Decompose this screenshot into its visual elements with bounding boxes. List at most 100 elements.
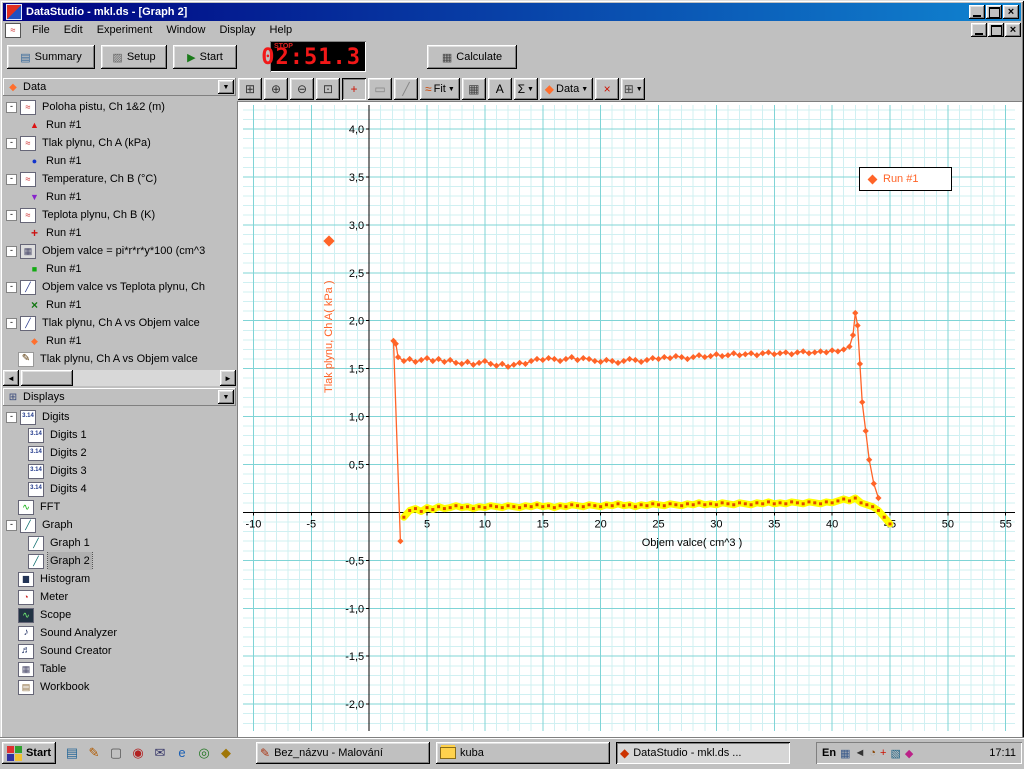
summary-button[interactable]: ▤ Summary: [7, 45, 95, 69]
volume-icon[interactable]: ◄: [854, 747, 865, 760]
tool-text-tool[interactable]: A: [488, 78, 512, 100]
keyboard-icon[interactable]: ▦: [840, 747, 850, 760]
data-item-label[interactable]: Objem valce vs Teplota plynu, Ch: [40, 278, 207, 296]
scroll-thumb[interactable]: [21, 370, 73, 386]
display-child-item[interactable]: 3.14Digits 4: [2, 480, 237, 498]
data-item[interactable]: -≈Temperature, Ch B (°C): [2, 170, 237, 188]
menu-window[interactable]: Window: [159, 22, 212, 38]
mail-icon[interactable]: ✉: [150, 743, 170, 763]
cd-player-icon[interactable]: ◎: [194, 743, 214, 763]
display-item-label[interactable]: Sound Creator: [38, 642, 114, 660]
run-label[interactable]: Run #1: [44, 224, 83, 242]
collapse-toggle[interactable]: -: [6, 520, 17, 531]
menu-file[interactable]: File: [25, 22, 57, 38]
collapse-toggle[interactable]: -: [6, 138, 17, 149]
display-child-label[interactable]: Digits 3: [48, 462, 89, 480]
scroll-right-icon[interactable]: ►: [220, 370, 236, 386]
collapse-toggle[interactable]: -: [6, 282, 17, 293]
menu-display[interactable]: Display: [212, 22, 262, 38]
tool-note-tool[interactable]: ▭: [368, 78, 392, 100]
messenger-icon[interactable]: ◆: [905, 747, 913, 760]
data-panel-dropdown-icon[interactable]: ▼: [218, 80, 234, 94]
display-item[interactable]: -3.14Digits: [2, 408, 237, 426]
collapse-toggle[interactable]: -: [6, 412, 17, 423]
run-item[interactable]: ▲Run #1: [2, 116, 237, 134]
tool-zoom-out[interactable]: ⊖: [290, 78, 314, 100]
data-item-label[interactable]: Tlak plynu, Ch A (kPa): [40, 134, 153, 152]
display-child-item[interactable]: 3.14Digits 3: [2, 462, 237, 480]
tool-scale-to-fit[interactable]: ⊞: [238, 78, 262, 100]
taskbar-task-paint[interactable]: ✎Bez_názvu - Malování: [256, 742, 430, 764]
tool-statistics-menu[interactable]: Σ▼: [514, 78, 538, 100]
display-child-item[interactable]: ╱Graph 2: [2, 552, 237, 570]
display-item[interactable]: ▆Histogram: [2, 570, 237, 588]
collapse-toggle[interactable]: -: [6, 318, 17, 329]
tool-calculator-tool[interactable]: ▦: [462, 78, 486, 100]
run-item[interactable]: ◆Run #1: [2, 332, 237, 350]
data-item[interactable]: -╱Objem valce vs Teplota plynu, Ch: [2, 278, 237, 296]
displays-panel-header[interactable]: ⊞ Displays ▼: [3, 388, 236, 406]
data-item[interactable]: -▦Objem valce = pi*r*r*y*100 (cm^3: [2, 242, 237, 260]
browser-icon[interactable]: e: [172, 743, 192, 763]
show-desktop-icon[interactable]: ▤: [62, 743, 82, 763]
money-icon[interactable]: ◆: [216, 743, 236, 763]
data-item[interactable]: -≈Teplota plynu, Ch B (K): [2, 206, 237, 224]
tool-zoom-in[interactable]: ⊕: [264, 78, 288, 100]
setup-button[interactable]: ▨ Setup: [101, 45, 167, 69]
data-tree-hscrollbar[interactable]: ◄ ►: [3, 370, 236, 386]
display-item[interactable]: ▤Workbook: [2, 678, 237, 696]
display-item[interactable]: ◔Meter: [2, 588, 237, 606]
display-item[interactable]: ♪Sound Analyzer: [2, 624, 237, 642]
data-item-label[interactable]: Tlak plynu, Ch A vs Objem valce: [40, 314, 202, 332]
menu-help[interactable]: Help: [263, 22, 300, 38]
mdi-restore-button[interactable]: [988, 23, 1004, 37]
tool-smart-tool[interactable]: +: [342, 78, 366, 100]
tool-slope-tool[interactable]: ╱: [394, 78, 418, 100]
display-item-label[interactable]: Digits: [40, 408, 72, 426]
tool-data-menu[interactable]: ◆Data▼: [540, 78, 593, 100]
run-item[interactable]: ▼Run #1: [2, 188, 237, 206]
data-item-label[interactable]: Objem valce = pi*r*r*y*100 (cm^3: [40, 242, 207, 260]
displays-panel-dropdown-icon[interactable]: ▼: [218, 390, 234, 404]
display-child-label[interactable]: Graph 1: [48, 534, 92, 552]
scroll-left-icon[interactable]: ◄: [3, 370, 19, 386]
display-item[interactable]: ∿FFT: [2, 498, 237, 516]
tool-zoom-select[interactable]: ⊡: [316, 78, 340, 100]
graph-legend[interactable]: Run #1: [859, 167, 952, 191]
data-item-label[interactable]: Teplota plynu, Ch B (K): [40, 206, 157, 224]
notepad-icon[interactable]: ✎: [84, 743, 104, 763]
graph-plot[interactable]: -10-55101520253035404550554,03,53,02,52,…: [237, 101, 1022, 738]
mdi-minimize-button[interactable]: [971, 23, 987, 37]
data-item-label[interactable]: Poloha pistu, Ch 1&2 (m): [40, 98, 167, 116]
display-item-label[interactable]: Meter: [38, 588, 70, 606]
data-item[interactable]: ✎Tlak plynu, Ch A vs Objem valce: [2, 350, 237, 368]
display-child-label[interactable]: Digits 2: [48, 444, 89, 462]
antivirus-icon[interactable]: +: [880, 747, 886, 760]
collapse-toggle[interactable]: -: [6, 246, 17, 257]
run-label[interactable]: Run #1: [44, 116, 83, 134]
titlebar[interactable]: DataStudio - mkl.ds - [Graph 2] ×: [3, 3, 1021, 21]
display-item-label[interactable]: Table: [38, 660, 68, 678]
calculate-button[interactable]: ▦ Calculate: [427, 45, 517, 69]
x-axis-title[interactable]: Objem valce( cm^3 ): [607, 537, 777, 549]
collapse-toggle[interactable]: -: [6, 102, 17, 113]
y-axis-title[interactable]: Tlak plynu, Ch A( kPa ): [323, 281, 335, 394]
menu-edit[interactable]: Edit: [57, 22, 90, 38]
tool-fit-menu[interactable]: ≈Fit▼: [420, 78, 460, 100]
display-item[interactable]: ▦Table: [2, 660, 237, 678]
taskbar-task-datastudio[interactable]: ◆DataStudio - mkl.ds ...: [616, 742, 790, 764]
data-item[interactable]: -≈Poloha pistu, Ch 1&2 (m): [2, 98, 237, 116]
run-item[interactable]: ■Run #1: [2, 260, 237, 278]
mdi-close-button[interactable]: ×: [1005, 23, 1021, 37]
clock[interactable]: 17:11: [989, 747, 1016, 759]
minimize-button[interactable]: [969, 5, 985, 19]
display-child-label[interactable]: Digits 4: [48, 480, 89, 498]
display-settings-icon[interactable]: ▧: [890, 747, 900, 760]
data-item[interactable]: -╱Tlak plynu, Ch A vs Objem valce: [2, 314, 237, 332]
run-label[interactable]: Run #1: [44, 296, 83, 314]
collapse-toggle[interactable]: -: [6, 174, 17, 185]
display-item[interactable]: ♬Sound Creator: [2, 642, 237, 660]
keyboard-layout-indicator[interactable]: En: [822, 747, 836, 759]
scheduler-icon[interactable]: ◔: [869, 747, 876, 760]
start-button[interactable]: ▶ Start: [173, 45, 237, 69]
